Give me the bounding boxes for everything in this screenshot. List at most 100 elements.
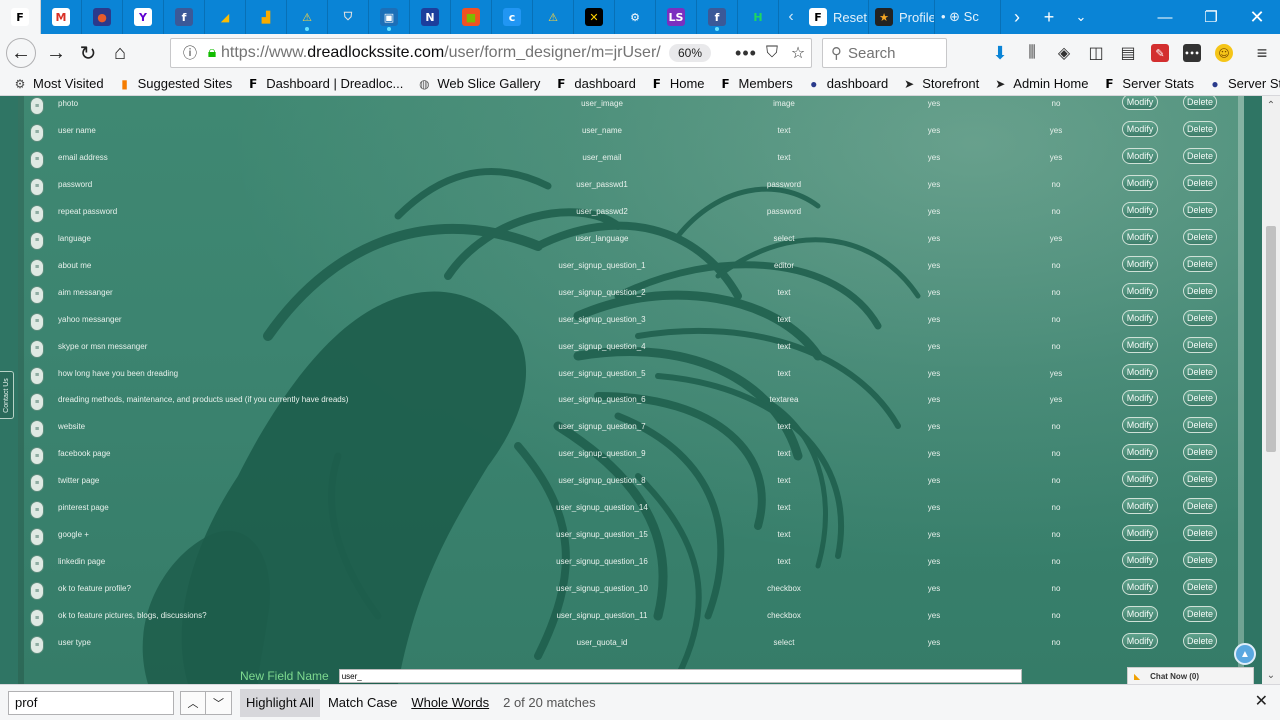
all-tabs-chevron-down-icon[interactable]: ⌄	[1065, 0, 1097, 34]
delete-button[interactable]: Delete	[1183, 606, 1217, 623]
pinned-tab[interactable]: ◢	[205, 0, 246, 34]
pinned-tab[interactable]: ■	[451, 0, 492, 34]
drag-handle-icon[interactable]: ≡	[30, 555, 44, 574]
zoom-level-badge[interactable]: 60%	[669, 44, 712, 62]
page-actions-icon[interactable]: •••	[733, 43, 759, 64]
modify-button[interactable]: Modify	[1122, 525, 1158, 542]
bookmark-admin-home[interactable]: ➤ Admin Home	[992, 76, 1088, 92]
url-bar[interactable]: ⓘ 🔒︎ https://www.dreadlockssite.com/user…	[170, 38, 812, 68]
delete-button[interactable]: Delete	[1183, 363, 1217, 380]
find-next-button[interactable]: ﹀	[206, 690, 232, 715]
reload-button[interactable]: ↻	[72, 37, 104, 69]
url-text[interactable]: https://www.dreadlockssite.com/user/form…	[221, 44, 661, 62]
delete-button[interactable]: Delete	[1183, 201, 1217, 218]
minimize-icon[interactable]: —	[1142, 0, 1188, 34]
drag-handle-icon[interactable]: ≡	[30, 204, 44, 223]
delete-button[interactable]: Delete	[1183, 633, 1217, 649]
pinned-tab[interactable]: f	[697, 0, 738, 34]
new-field-name-input[interactable]	[338, 669, 1022, 683]
drag-handle-icon[interactable]: ≡	[30, 528, 44, 547]
highlight-all-toggle[interactable]: Highlight All	[240, 688, 320, 717]
modify-button[interactable]: Modify	[1122, 417, 1158, 434]
delete-button[interactable]: Delete	[1183, 228, 1217, 245]
pinned-tab[interactable]: ✕	[574, 0, 615, 34]
drag-handle-icon[interactable]: ≡	[30, 501, 44, 520]
delete-button[interactable]: Delete	[1183, 552, 1217, 569]
find-close-icon[interactable]: ✕	[1255, 691, 1268, 711]
modify-button[interactable]: Modify	[1122, 282, 1158, 299]
dots-extension-icon[interactable]: •••	[1176, 38, 1208, 68]
delete-button[interactable]: Delete	[1183, 255, 1217, 272]
library-icon[interactable]: ⫼	[1016, 38, 1048, 68]
drag-handle-icon[interactable]: ≡	[30, 258, 44, 277]
modify-button[interactable]: Modify	[1122, 96, 1158, 110]
modify-button[interactable]: Modify	[1122, 498, 1158, 515]
tab-scroll-right-icon[interactable]: ›	[1001, 0, 1033, 34]
scroll-up-icon[interactable]: ⌃	[1262, 96, 1280, 114]
bookmark-home[interactable]: 𝗙 Home	[649, 76, 705, 92]
drag-handle-icon[interactable]: ≡	[30, 231, 44, 250]
tab-reset[interactable]: 𝗙 Reset	[803, 0, 869, 34]
modify-button[interactable]: Modify	[1122, 471, 1158, 488]
bookmark-suggested-sites[interactable]: ▮ Suggested Sites	[117, 76, 232, 92]
pdf-icon[interactable]: ✎	[1144, 38, 1176, 68]
drag-handle-icon[interactable]: ≡	[30, 177, 44, 196]
delete-button[interactable]: Delete	[1183, 120, 1217, 137]
bookmark-server-stats[interactable]: 𝗙 Server Stats	[1101, 76, 1194, 92]
bookmark-web-slice-gallery[interactable]: ◍ Web Slice Gallery	[416, 76, 540, 92]
drag-handle-icon[interactable]: ≡	[30, 393, 44, 412]
tab-scroll-left-icon[interactable]: ‹	[779, 0, 803, 34]
modify-button[interactable]: Modify	[1122, 390, 1158, 407]
find-input[interactable]	[8, 690, 174, 715]
drag-handle-icon[interactable]: ≡	[30, 312, 44, 331]
scroll-to-top-button[interactable]: ▲	[1234, 643, 1256, 665]
modify-button[interactable]: Modify	[1122, 120, 1158, 137]
pinned-tab[interactable]: ●	[82, 0, 123, 34]
page-scrollbar[interactable]: ⌃ ⌄	[1262, 96, 1280, 684]
whole-words-toggle[interactable]: Whole Words	[405, 689, 495, 717]
drag-handle-icon[interactable]: ≡	[30, 123, 44, 142]
tab-sc[interactable]: • ⊕ Sc	[935, 0, 1001, 34]
modify-button[interactable]: Modify	[1122, 309, 1158, 326]
close-window-icon[interactable]: ✕	[1234, 0, 1280, 34]
modify-button[interactable]: Modify	[1122, 255, 1158, 272]
pinned-tab[interactable]: ▟	[246, 0, 287, 34]
delete-button[interactable]: Delete	[1183, 390, 1217, 407]
bookmark-server-stats-2[interactable]: ● Server Stats	[1207, 76, 1280, 92]
modify-button[interactable]: Modify	[1122, 201, 1158, 218]
delete-button[interactable]: Delete	[1183, 579, 1217, 596]
delete-button[interactable]: Delete	[1183, 525, 1217, 542]
delete-button[interactable]: Delete	[1183, 282, 1217, 299]
home-button[interactable]: ⌂	[104, 37, 136, 69]
new-tab-icon[interactable]: +	[1033, 0, 1065, 34]
modify-button[interactable]: Modify	[1122, 606, 1158, 623]
menu-icon[interactable]: ≡	[1246, 38, 1278, 68]
drag-handle-icon[interactable]: ≡	[30, 582, 44, 601]
bookmark-members[interactable]: 𝗙 Members	[718, 76, 792, 92]
delete-button[interactable]: Delete	[1183, 417, 1217, 434]
modify-button[interactable]: Modify	[1122, 174, 1158, 191]
restore-icon[interactable]: ❐	[1188, 0, 1234, 34]
search-box[interactable]: ⚲ Search	[822, 38, 947, 68]
delete-button[interactable]: Delete	[1183, 309, 1217, 326]
bookmark-most-visited[interactable]: ⚙ Most Visited	[12, 76, 104, 92]
bookmark-dashboard-dreadlocks[interactable]: 𝗙 Dashboard | Dreadloc...	[245, 76, 403, 92]
pinned-tab[interactable]: ⛉	[328, 0, 369, 34]
back-button[interactable]: ←	[6, 38, 36, 68]
delete-button[interactable]: Delete	[1183, 147, 1217, 164]
delete-button[interactable]: Delete	[1183, 336, 1217, 353]
download-icon[interactable]: ⬇	[984, 38, 1016, 68]
bookmark-storefront[interactable]: ➤ Storefront	[901, 76, 979, 92]
chat-widget[interactable]: ◣ Chat Now (0)	[1127, 667, 1254, 684]
drag-handle-icon[interactable]: ≡	[30, 339, 44, 358]
modify-button[interactable]: Modify	[1122, 336, 1158, 353]
pinned-tab[interactable]: 𝗙	[0, 0, 41, 34]
modify-button[interactable]: Modify	[1122, 633, 1158, 649]
drag-handle-icon[interactable]: ≡	[30, 609, 44, 628]
emoji-icon[interactable]: ☺	[1208, 38, 1240, 68]
delete-button[interactable]: Delete	[1183, 444, 1217, 461]
pinned-tab[interactable]: N	[410, 0, 451, 34]
drag-handle-icon[interactable]: ≡	[30, 474, 44, 493]
bookmark-dashboard-2[interactable]: ● dashboard	[806, 76, 888, 92]
modify-button[interactable]: Modify	[1122, 552, 1158, 569]
